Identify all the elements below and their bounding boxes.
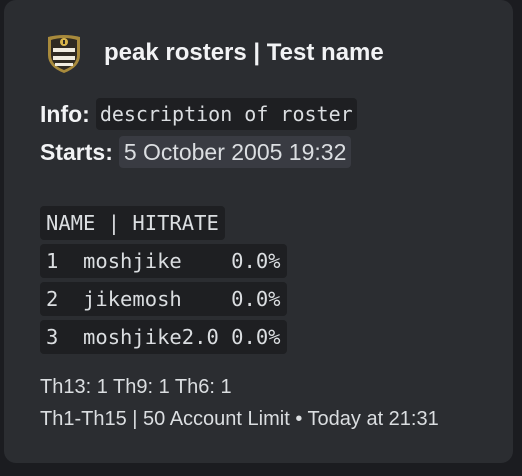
info-label: Info: bbox=[40, 101, 90, 127]
table-row: 2 jikemosh 0.0% bbox=[40, 282, 287, 320]
table-row: 1 moshjike 0.0% bbox=[40, 244, 287, 282]
table-row-text: 1 moshjike 0.0% bbox=[40, 244, 287, 278]
info-line: Info: description of roster bbox=[40, 95, 357, 133]
start-timestamp[interactable]: 5 October 2005 19:32 bbox=[118, 136, 352, 168]
info-value: description of roster bbox=[95, 98, 357, 130]
footer-line-limit: Th1-Th15 | 50 Account Limit • Today at 2… bbox=[40, 408, 439, 430]
table-row-text: 3 moshjike2.0 0.0% bbox=[40, 320, 287, 354]
roster-table: NAME | HITRATE 1 moshjike 0.0% 2 jikemos… bbox=[40, 206, 287, 358]
starts-line: Starts: 5 October 2005 19:32 bbox=[40, 133, 357, 171]
table-row-text: 2 jikemosh 0.0% bbox=[40, 282, 287, 316]
table-header-row: NAME | HITRATE bbox=[40, 206, 287, 244]
helmet-shield-icon bbox=[48, 35, 80, 73]
author-name[interactable]: peak rosters | Test name bbox=[104, 39, 384, 67]
table-header: NAME | HITRATE bbox=[40, 206, 225, 240]
footer-line-th-counts: Th13: 1 Th9: 1 Th6: 1 bbox=[40, 376, 232, 398]
embed-card: peak rosters | Test name Info: descripti… bbox=[4, 0, 513, 463]
embed-author: peak rosters | Test name bbox=[42, 31, 384, 75]
embed-footer: Th13: 1 Th9: 1 Th6: 1 Th1-Th15 | 50 Acco… bbox=[40, 371, 439, 435]
embed-description: Info: description of roster Starts: 5 Oc… bbox=[40, 95, 357, 171]
table-row: 3 moshjike2.0 0.0% bbox=[40, 320, 287, 358]
starts-label: Starts: bbox=[40, 139, 113, 165]
